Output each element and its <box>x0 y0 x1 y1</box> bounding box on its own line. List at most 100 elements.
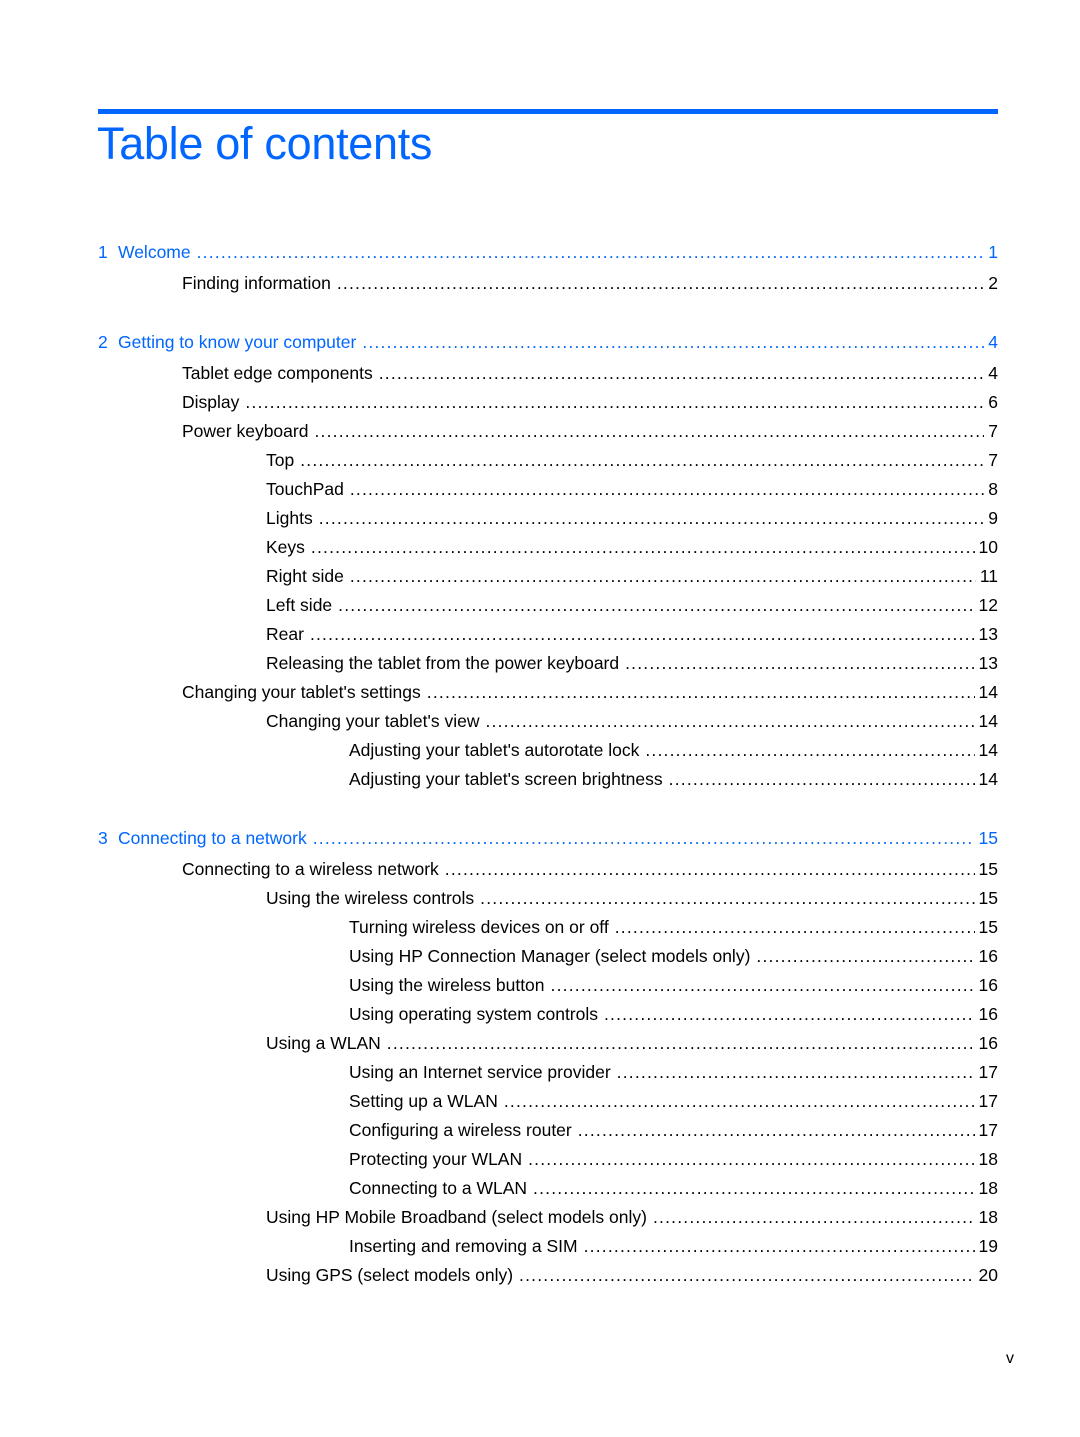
toc-entry-link[interactable]: Turning wireless devices on or off 15 <box>98 913 998 942</box>
toc-entry-link[interactable]: Protecting your WLAN 18 <box>98 1145 998 1174</box>
dot-leader <box>604 1000 975 1029</box>
dot-leader <box>362 328 984 357</box>
entry-page-number: 16 <box>978 946 998 966</box>
entry-title: Changing your tablet's view <box>266 711 480 731</box>
entry-page-number: 4 <box>988 363 998 383</box>
entry-title: Finding information <box>182 273 331 293</box>
entry-title: Left side <box>266 595 333 615</box>
toc-entry-link[interactable]: Finding information 2 <box>98 269 998 298</box>
dot-leader <box>615 913 975 942</box>
dot-leader <box>756 942 974 971</box>
entry-page-number: 8 <box>988 479 998 499</box>
toc-entry-link[interactable]: Connecting to a WLAN 18 <box>98 1174 998 1203</box>
toc-entry-link[interactable]: Setting up a WLAN 17 <box>98 1087 998 1116</box>
toc-chapter-link[interactable]: 3 Connecting to a network 15 <box>98 824 998 855</box>
entry-page-number: 18 <box>978 1149 998 1169</box>
chapter-number: 1 <box>98 242 108 262</box>
dot-leader <box>379 359 985 388</box>
toc-entry-link[interactable]: Display 6 <box>98 388 998 417</box>
entry-title: Using the wireless controls <box>266 888 475 908</box>
entry-page-number: 14 <box>978 682 998 702</box>
entry-page-number: 14 <box>978 740 998 760</box>
dot-leader <box>504 1087 975 1116</box>
toc-entry-link[interactable]: Connecting to a wireless network 15 <box>98 855 998 884</box>
toc-entry-link[interactable]: Left side 12 <box>98 591 998 620</box>
toc-entry-link[interactable]: Right side 11 <box>98 562 998 591</box>
toc-entry-link[interactable]: Releasing the tablet from the power keyb… <box>98 649 998 678</box>
toc-entry-link[interactable]: Power keyboard 7 <box>98 417 998 446</box>
toc-entry-link[interactable]: Adjusting your tablet's autorotate lock 1… <box>98 736 998 765</box>
dot-leader <box>337 269 984 298</box>
toc-entry-link[interactable]: Top 7 <box>98 446 998 475</box>
toc-entry-link[interactable]: Changing your tablet's view 14 <box>98 707 998 736</box>
entry-title: Keys <box>266 537 305 557</box>
toc-entry-link[interactable]: Lights 9 <box>98 504 998 533</box>
entry-title: Power keyboard <box>182 421 309 441</box>
toc-list: 1 Welcome 1 Finding information 2 2 Getting to… <box>98 238 998 1290</box>
toc-entry-link[interactable]: Tablet edge components 4 <box>98 359 998 388</box>
dot-leader <box>584 1232 975 1261</box>
toc-entry-link[interactable]: Inserting and removing a SIM 19 <box>98 1232 998 1261</box>
dot-leader <box>533 1174 975 1203</box>
toc-entry-link[interactable]: Adjusting your tablet's screen brightnes… <box>98 765 998 794</box>
dot-leader <box>645 736 974 765</box>
toc-entry-link[interactable]: Rear 13 <box>98 620 998 649</box>
entry-page-number: 19 <box>978 1236 998 1256</box>
entry-page-number: 17 <box>978 1091 998 1111</box>
page-title: Table of contents <box>97 118 433 169</box>
toc-entry-link[interactable]: Using HP Connection Manager (select mode… <box>98 942 998 971</box>
toc-entry-link[interactable]: Using a WLAN 16 <box>98 1029 998 1058</box>
toc-chapter-link[interactable]: 2 Getting to know your computer 4 <box>98 328 998 359</box>
entry-page-number: 9 <box>988 508 998 528</box>
toc-chapter-link[interactable]: 1 Welcome 1 <box>98 238 998 269</box>
entry-title: Using operating system controls <box>349 1004 598 1024</box>
toc-entry-link[interactable]: Using operating system controls 16 <box>98 1000 998 1029</box>
entry-page-number: 16 <box>978 975 998 995</box>
dot-leader <box>338 591 974 620</box>
entry-title: Using HP Connection Manager (select mode… <box>349 946 751 966</box>
entry-title: Using a WLAN <box>266 1033 381 1053</box>
entry-title: Connecting to a wireless network <box>182 859 439 879</box>
dot-leader <box>245 388 984 417</box>
dot-leader <box>551 971 975 1000</box>
toc-entry-link[interactable]: Keys 10 <box>98 533 998 562</box>
page-number: v <box>1006 1350 1014 1367</box>
entry-page-number: 11 <box>979 566 998 586</box>
entry-page-number: 15 <box>978 917 998 937</box>
toc-entry-link[interactable]: Using the wireless controls 15 <box>98 884 998 913</box>
toc-entry-link[interactable]: Configuring a wireless router 17 <box>98 1116 998 1145</box>
entry-page-number: 17 <box>978 1120 998 1140</box>
entry-title: Releasing the tablet from the power keyb… <box>266 653 620 673</box>
entry-title: Getting to know your computer <box>118 332 357 352</box>
dot-leader <box>427 678 975 707</box>
entry-page-number: 6 <box>988 392 998 412</box>
toc-entry-link[interactable]: TouchPad 8 <box>98 475 998 504</box>
dot-leader <box>350 562 976 591</box>
toc-entry-link[interactable]: Using HP Mobile Broadband (select models… <box>98 1203 998 1232</box>
entry-title: Using HP Mobile Broadband (select models… <box>266 1207 647 1227</box>
entry-page-number: 7 <box>988 450 998 470</box>
dot-leader <box>310 620 975 649</box>
entry-page-number: 16 <box>978 1004 998 1024</box>
dot-leader <box>313 824 975 853</box>
toc-entry-link[interactable]: Changing your tablet's settings 14 <box>98 678 998 707</box>
dot-leader <box>653 1203 975 1232</box>
entry-title: Using the wireless button <box>349 975 545 995</box>
entry-page-number: 17 <box>978 1062 998 1082</box>
dot-leader <box>300 446 984 475</box>
entry-title: Adjusting your tablet's autorotate lock <box>349 740 640 760</box>
entry-title: Tablet edge components <box>182 363 373 383</box>
toc-entry-link[interactable]: Using the wireless button 16 <box>98 971 998 1000</box>
toc-entry-link[interactable]: Using GPS (select models only) 20 <box>98 1261 998 1290</box>
title-rule <box>98 109 998 114</box>
dot-leader <box>485 707 974 736</box>
entry-page-number: 13 <box>978 624 998 644</box>
entry-title: Display <box>182 392 240 412</box>
dot-leader <box>625 649 974 678</box>
dot-leader <box>617 1058 975 1087</box>
entry-page-number: 16 <box>978 1033 998 1053</box>
toc-entry-link[interactable]: Using an Internet service provider 17 <box>98 1058 998 1087</box>
dot-leader <box>350 475 984 504</box>
dot-leader <box>319 504 985 533</box>
entry-page-number: 14 <box>978 711 998 731</box>
